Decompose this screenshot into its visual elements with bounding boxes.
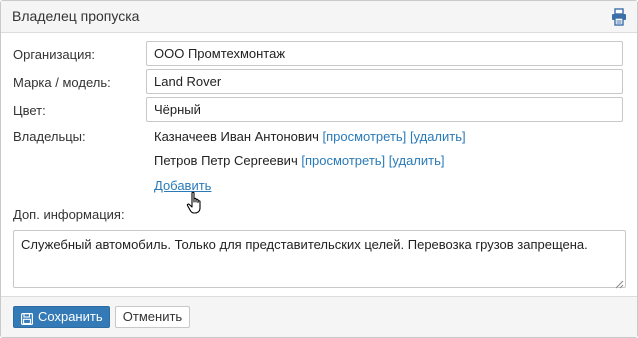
color-label: Цвет: [13,103,46,118]
owner-delete-link[interactable]: [удалить] [389,153,445,168]
owners-label: Владельцы: [13,129,86,144]
organization-label: Организация: [13,47,96,62]
owner-name: Казначеев Иван Антонович [154,129,319,144]
owner-view-link[interactable]: [просмотреть] [301,153,385,168]
owner-view-link[interactable]: [просмотреть] [322,129,406,144]
panel-title: Владелец пропуска [12,8,140,24]
resize-grip-icon[interactable] [615,277,624,289]
model-label: Марка / модель: [13,75,111,90]
info-text: Служебный автомобиль. Только для предста… [21,237,588,252]
panel-header: Владелец пропуска [1,1,637,33]
pass-owner-panel: Владелец пропуска Организация: ООО Промт… [0,0,638,338]
owner-row: Петров Петр Сергеевич [просмотреть] [уда… [154,153,444,168]
model-field[interactable]: Land Rover [146,69,623,94]
owner-row: Казначеев Иван Антонович [просмотреть] [… [154,129,466,144]
panel-footer: Сохранить Отменить [1,296,637,337]
hand-cursor-icon [185,191,207,215]
save-button[interactable]: Сохранить [13,306,110,328]
owner-delete-link[interactable]: [удалить] [410,129,466,144]
save-button-label: Сохранить [38,309,103,324]
owner-name: Петров Петр Сергеевич [154,153,298,168]
organization-field[interactable]: ООО Промтехмонтаж [146,41,623,66]
info-label: Доп. информация: [13,207,125,222]
color-field[interactable]: Чёрный [146,97,623,122]
save-icon [21,311,34,326]
print-icon[interactable] [611,8,627,26]
cancel-button[interactable]: Отменить [115,306,190,328]
info-textarea[interactable]: Служебный автомобиль. Только для предста… [13,230,626,289]
